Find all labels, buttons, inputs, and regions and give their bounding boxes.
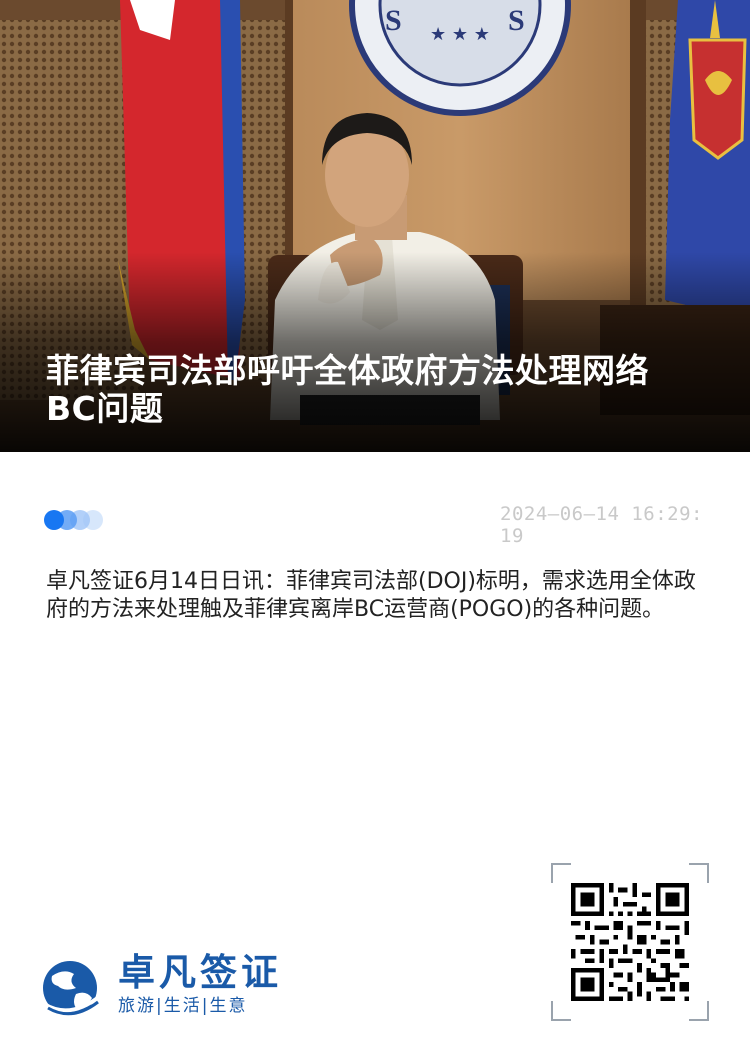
svg-text:S: S: [508, 4, 525, 37]
loading-dots-icon: [44, 510, 104, 532]
svg-text:S: S: [385, 4, 402, 37]
dot: [44, 510, 64, 530]
brand-name: 卓凡签证: [118, 951, 282, 994]
svg-text:★ ★ ★: ★ ★ ★: [430, 24, 490, 45]
brand-tagline: 旅游|生活|生意: [118, 996, 248, 1016]
hero-image: S S ★ ★ ★ 菲律宾司法部呼吁全体政府方法处理网络BC问题: [0, 0, 750, 452]
article-title: 菲律宾司法部呼吁全体政府方法处理网络BC问题: [46, 351, 649, 428]
qr-code-icon[interactable]: [571, 883, 689, 1001]
globe-logo-icon: [42, 961, 102, 1016]
publish-timestamp: 2024–06–14 16:29:19: [500, 503, 703, 547]
article-body: 卓凡签证6月14日日讯：菲律宾司法部(DOJ)标明，需求选用全体政府的方法来处理…: [46, 569, 696, 622]
qr-code-frame: [551, 863, 709, 1021]
